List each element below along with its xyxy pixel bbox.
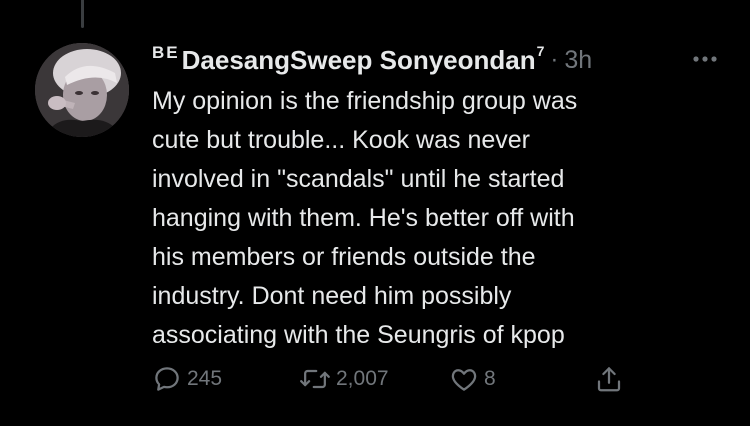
tweet-text-line: his members or friends outside the bbox=[152, 243, 536, 271]
tweet-action-bar: 245 2,007 8 bbox=[152, 361, 642, 397]
tweet-text-line: My opinion is the friendship group was bbox=[152, 87, 578, 115]
tweet-timestamp[interactable]: 3h bbox=[564, 46, 592, 75]
author-display-name[interactable]: DaesangSweep Sonyeondan bbox=[182, 45, 536, 76]
like-button[interactable]: 8 bbox=[449, 361, 496, 397]
tweet-header: BE DaesangSweep Sonyeondan 7 · 3h bbox=[152, 40, 727, 80]
tweet-text-line: hanging with them. He's better off with bbox=[152, 204, 575, 232]
tweet-text-line: involved in "scandals" until he started bbox=[152, 165, 565, 193]
header-separator: · bbox=[550, 46, 559, 73]
avatar[interactable] bbox=[35, 43, 129, 137]
reply-icon bbox=[155, 367, 179, 391]
avatar-photo-icon bbox=[35, 43, 129, 137]
tweet-text-line: associating with the Seungris of kpop bbox=[152, 321, 565, 349]
author-name-superscript[interactable]: 7 bbox=[537, 43, 545, 59]
retweet-button[interactable]: 2,007 bbox=[299, 361, 389, 397]
tweet-text-line: industry. Dont need him possibly bbox=[152, 282, 512, 310]
like-count: 8 bbox=[484, 367, 496, 390]
reply-button[interactable]: 245 bbox=[152, 361, 222, 397]
more-options-button[interactable] bbox=[687, 44, 723, 74]
tweet-text: My opinion is the friendship group was c… bbox=[152, 82, 712, 355]
author-name-prefix[interactable]: BE bbox=[152, 43, 180, 63]
tweet-text-line: cute but trouble... Kook was never bbox=[152, 126, 530, 154]
thread-connector-line bbox=[81, 0, 84, 28]
share-button[interactable] bbox=[594, 361, 624, 397]
retweet-icon bbox=[300, 369, 330, 389]
share-icon bbox=[597, 367, 621, 392]
retweet-count: 2,007 bbox=[336, 367, 389, 390]
reply-count: 245 bbox=[187, 367, 223, 390]
more-horizontal-icon bbox=[693, 56, 717, 62]
heart-icon bbox=[451, 369, 477, 391]
